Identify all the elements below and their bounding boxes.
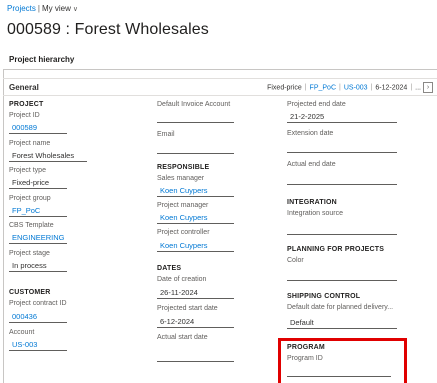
projected-end-date-field[interactable]: 21-2-2025 (287, 110, 397, 123)
breadcrumb-separator: | (37, 4, 40, 13)
breadcrumb: Projects | My view ∨ (7, 4, 78, 13)
responsible-section-heading: RESPONSIBLE (157, 164, 210, 171)
project-stage-field[interactable]: In process (9, 259, 67, 272)
projected-start-date-label: Projected start date (157, 305, 218, 312)
project-group-label: Project group (9, 195, 51, 202)
integration-section-heading: INTEGRATION (287, 199, 337, 206)
extension-date-field[interactable] (287, 140, 397, 153)
email-label: Email (157, 131, 175, 138)
integration-source-label: Integration source (287, 210, 344, 217)
customer-section-heading: CUSTOMER (9, 289, 51, 296)
account-field[interactable]: US-003 (9, 338, 67, 351)
project-group-field[interactable]: FP_PoC (9, 204, 67, 217)
project-hierarchy-tab[interactable]: Project hierarchy (3, 50, 437, 70)
project-controller-field[interactable]: Koen Cuypers (157, 239, 234, 252)
cbs-template-label: CBS Template (9, 222, 54, 229)
project-id-label: Project ID (9, 112, 40, 119)
project-id-field[interactable]: 000589 (9, 121, 67, 134)
project-contract-id-field[interactable]: 000436 (9, 310, 67, 323)
summary-project-type: Fixed-price (267, 84, 302, 92)
summary-more[interactable]: ... (415, 84, 421, 91)
program-highlight-box (278, 338, 407, 383)
actual-end-date-field[interactable] (287, 172, 397, 185)
account-label: Account (9, 329, 35, 336)
projected-end-date-label: Projected end date (287, 101, 346, 108)
page-title: 000589 : Forest Wholesales (7, 21, 209, 38)
project-name-field[interactable]: Forest Wholesales (9, 149, 87, 162)
actual-end-date-label: Actual end date (287, 161, 336, 168)
planning-section-heading: PLANNING FOR PROJECTS (287, 246, 385, 253)
project-section-heading: PROJECT (9, 101, 44, 108)
breadcrumb-projects-link[interactable]: Projects (7, 4, 36, 13)
project-manager-label: Project manager (157, 202, 209, 209)
project-hierarchy-label: Project hierarchy (9, 55, 75, 64)
email-field[interactable] (157, 141, 234, 154)
sales-manager-field[interactable]: Koen Cuypers (157, 184, 234, 197)
chevron-down-icon[interactable]: ∨ (73, 6, 78, 13)
cbs-template-field[interactable]: ENGINEERING (9, 231, 67, 244)
project-type-label: Project type (9, 167, 46, 174)
project-type-field[interactable]: Fixed-price (9, 176, 67, 189)
default-invoice-account-field[interactable] (157, 110, 234, 123)
default-planned-delivery-field[interactable]: Default (287, 316, 397, 329)
actual-start-date-field[interactable] (157, 349, 234, 362)
project-controller-label: Project controller (157, 229, 210, 236)
summary-date: 6-12-2024 (375, 84, 408, 92)
date-of-creation-label: Date of creation (157, 276, 207, 283)
projected-start-date-field[interactable]: 6-12-2024 (157, 315, 234, 328)
default-planned-delivery-label: Default date for planned delivery... (287, 304, 394, 311)
summary-project-group[interactable]: FP_PoC (310, 84, 336, 91)
project-stage-label: Project stage (9, 250, 50, 257)
dates-section-heading: DATES (157, 265, 182, 272)
default-invoice-account-label: Default Invoice Account (157, 101, 231, 108)
view-selector[interactable]: My view (42, 4, 71, 13)
project-contract-id-label: Project contract ID (9, 300, 67, 307)
date-of-creation-field[interactable]: 26-11-2024 (157, 286, 234, 299)
extension-date-label: Extension date (287, 130, 334, 137)
general-fasttab-header[interactable]: General Fixed-price | FP_PoC | US-003 | 6-12-2… (3, 78, 437, 96)
sales-manager-label: Sales manager (157, 175, 205, 182)
general-label: General (9, 83, 39, 92)
integration-source-field[interactable] (287, 222, 397, 235)
color-label: Color (287, 257, 304, 264)
actual-start-date-label: Actual start date (157, 334, 208, 341)
project-name-label: Project name (9, 140, 51, 147)
color-field[interactable] (287, 268, 397, 281)
shipping-section-heading: SHIPPING CONTROL (287, 293, 361, 300)
summary-account[interactable]: US-003 (344, 84, 368, 91)
general-summary: Fixed-price | FP_PoC | US-003 | 6-12-2024 |... › (267, 82, 433, 93)
project-manager-field[interactable]: Koen Cuypers (157, 211, 234, 224)
expand-dropdown-icon[interactable]: › (423, 82, 433, 93)
